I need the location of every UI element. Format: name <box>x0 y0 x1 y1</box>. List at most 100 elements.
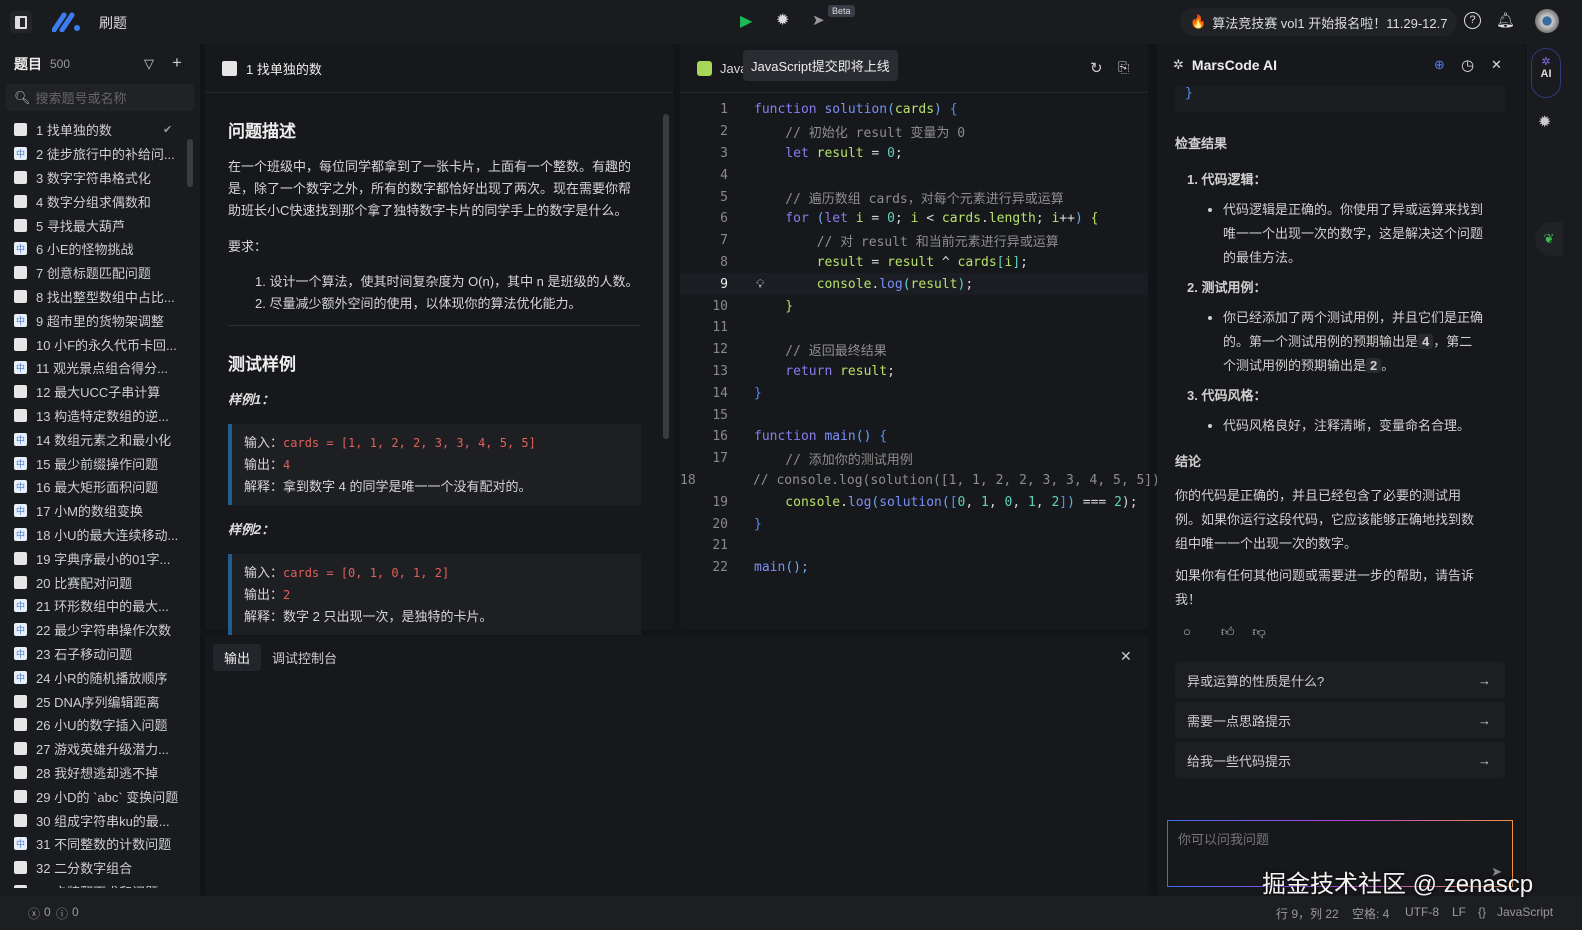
bell-icon[interactable]: 🔔︎ <box>1496 11 1515 29</box>
close-ai-icon[interactable]: ✕ <box>1491 57 1502 73</box>
problem-list-item[interactable]: 中 11 观光景点组合得分... <box>0 356 200 380</box>
code-line[interactable]: 13 return result; <box>680 361 1148 383</box>
problem-tab[interactable]: 1 找单独的数 <box>205 44 673 93</box>
run-icon[interactable]: ▶ <box>740 11 752 31</box>
problem-list-item[interactable]: 中 23 石子移动问题 <box>0 642 200 666</box>
code-line[interactable]: 7 // 对 result 和当前元素进行异或运算 <box>680 230 1148 252</box>
code-token: 0 <box>887 211 895 227</box>
code-line[interactable]: 3 let result = 0; <box>680 143 1148 165</box>
code-line[interactable]: 1 function solution(cards) { <box>680 99 1148 121</box>
code-line[interactable]: 8 result = result ^ cards[i]; <box>680 252 1148 274</box>
new-chat-icon[interactable]: ⊕ <box>1434 57 1445 73</box>
avatar[interactable] <box>1535 9 1559 33</box>
code-line[interactable]: 4 <box>680 164 1148 186</box>
problem-list-item[interactable]: 中 17 小M的数组变换 <box>0 499 200 523</box>
problem-list-item[interactable]: 12 最大UCC子串计算 <box>0 380 200 404</box>
problem-list-item[interactable]: 19 字典序最小的01字... <box>0 546 200 570</box>
code-line[interactable]: 2 // 初始化 result 变量为 0 <box>680 121 1148 143</box>
language-mode[interactable]: JavaScript <box>1497 905 1553 919</box>
problem-list-item[interactable]: 32 二分数字组合 <box>0 856 200 880</box>
problem-list-item[interactable]: 4 数字分组求偶数和 <box>0 189 200 213</box>
code-line[interactable]: 10 } <box>680 295 1148 317</box>
code-line[interactable]: 6 for (let i = 0; i < cards. length; i ++)… <box>680 208 1148 230</box>
suggestion-button[interactable]: 给我一些代码提示 → <box>1175 742 1505 778</box>
problem-list-item[interactable]: 中 21 环形数组中的最大... <box>0 594 200 618</box>
problem-list-item[interactable]: 中 9 超市里的货物架调整 <box>0 308 200 332</box>
problem-scrollbar[interactable] <box>663 114 669 439</box>
debug-bug-icon[interactable]: ✹ <box>1538 112 1551 132</box>
problem-list-item[interactable]: 5 寻找最大葫芦 <box>0 213 200 237</box>
problem-list-item[interactable]: 33 卡牌翻面求和问题 <box>0 880 200 888</box>
code-line[interactable]: 5 // 遍历数组 cards，对每个元素进行异或运算 <box>680 186 1148 208</box>
indentation[interactable]: 空格: 4 <box>1352 905 1389 922</box>
problem-list-item[interactable]: 20 比赛配对问题 <box>0 570 200 594</box>
cursor-position[interactable]: 行 9，列 22 <box>1276 905 1339 922</box>
problem-list-item[interactable]: 27 游戏英雄升级潜力... <box>0 737 200 761</box>
problem-list-item[interactable]: 中 18 小U的最大连续移动... <box>0 523 200 547</box>
code-line[interactable]: 9 console. log(result); 💡︎ <box>680 273 1148 296</box>
lightbulb-icon[interactable]: 💡︎ <box>756 277 764 292</box>
code-line[interactable]: 22 main (); <box>680 557 1148 579</box>
tab-output[interactable]: 输出 <box>213 643 262 671</box>
line-ending[interactable]: LF <box>1452 905 1466 919</box>
code-line[interactable]: 11 <box>680 317 1148 339</box>
code-token: let <box>754 145 817 161</box>
thumbs-up-icon[interactable]: 👍︎ <box>1221 624 1235 640</box>
leaf-plugin-icon[interactable]: ❦ <box>1535 222 1563 256</box>
close-output-icon[interactable]: ✕ <box>1120 648 1132 665</box>
code-line[interactable]: 15 <box>680 404 1148 426</box>
code-line[interactable]: 17 // 添加你的测试用例 <box>680 448 1148 470</box>
problem-list-item[interactable]: 30 组成字符串ku的最... <box>0 808 200 832</box>
code-token: ; <box>894 145 903 161</box>
problem-list-item[interactable]: 3 数字字符串格式化 <box>0 166 200 190</box>
problem-list-item[interactable]: 中 14 数组元素之和最小化 <box>0 427 200 451</box>
code-line[interactable]: 12 // 返回最终结果 <box>680 339 1148 361</box>
example-label: 解释： <box>244 479 284 494</box>
encoding[interactable]: UTF-8 <box>1405 905 1439 919</box>
problem-list-item[interactable]: 中 2 徒步旅行中的补给问... <box>0 142 200 166</box>
problem-list-item[interactable]: 中 15 最少前缀操作问题 <box>0 451 200 475</box>
add-icon[interactable]: + <box>172 53 182 73</box>
code-line[interactable]: 20} <box>680 513 1148 535</box>
regenerate-icon[interactable]: ○ <box>1183 624 1191 640</box>
code-line[interactable]: 16 function main() { <box>680 426 1148 448</box>
problem-list-item[interactable]: 26 小U的数字插入问题 <box>0 713 200 737</box>
code-line[interactable]: 19 console. log(solution([0, 1, 0, 1, 2])… <box>680 491 1148 513</box>
problem-list-item[interactable]: 中 24 小R的随机播放顺序 <box>0 665 200 689</box>
format-icon[interactable]: ⎘ <box>1118 59 1129 76</box>
problem-list-item[interactable]: 中 16 最大矩形面积问题 <box>0 475 200 499</box>
debug-bug-icon[interactable]: ✹ <box>776 10 789 30</box>
help-icon[interactable]: ? <box>1464 12 1481 29</box>
problem-list-item[interactable]: 13 构造特定数组的逆... <box>0 404 200 428</box>
code-line[interactable]: 18 // console.log(solution([1, 1, 2, 2, … <box>680 470 1223 492</box>
problem-list-item[interactable]: 25 DNA序列编辑距离 <box>0 689 200 713</box>
problem-list-item[interactable]: 中 22 最少字符串操作次数 <box>0 618 200 642</box>
ai-rail-button[interactable]: ✲ AI <box>1531 48 1561 98</box>
code-line[interactable]: 21 <box>680 535 1148 557</box>
tab-debug-console[interactable]: 调试控制台 <box>261 644 348 671</box>
problem-list-item[interactable]: 7 创意标题匹配问题 <box>0 261 200 285</box>
error-icon[interactable]: ⓧ <box>28 905 40 922</box>
promo-banner[interactable]: 🔥 算法竞技赛 vol1 开始报名啦！11.29-12.7 <box>1180 8 1458 36</box>
search-input[interactable]: 🔍︎ 搜索题号或名称 <box>6 84 194 111</box>
problem-list-item[interactable]: 1 找单独的数 ✔ <box>0 118 200 142</box>
sidebar-scrollbar[interactable] <box>187 139 193 187</box>
history-icon[interactable]: ◷ <box>1461 56 1474 74</box>
submit-send-icon[interactable]: ➤ <box>812 11 825 29</box>
problem-list-item[interactable]: 中 31 不同整数的计数问题 <box>0 832 200 856</box>
warning-icon[interactable]: ⓘ <box>56 905 68 922</box>
problem-list-item[interactable]: 中 6 小E的怪物挑战 <box>0 237 200 261</box>
suggestion-button[interactable]: 异或运算的性质是什么? → <box>1175 662 1505 698</box>
filter-icon[interactable]: ▽ <box>144 56 154 72</box>
problem-list-item[interactable]: 28 我好想逃却逃不掉 <box>0 761 200 785</box>
thumbs-down-icon[interactable]: 👎︎ <box>1252 624 1265 640</box>
reset-icon[interactable]: ↻ <box>1090 59 1103 77</box>
problem-list-item[interactable]: 29 小D的 `abc` 变换问题 <box>0 784 200 808</box>
code-token: = <box>863 254 888 270</box>
suggestion-button[interactable]: 需要一点思路提示 → <box>1175 702 1505 738</box>
code-editor[interactable]: Java ↻ ⎘ 1 function solution(cards) {2 //… <box>680 44 1223 630</box>
toggle-sidebar-icon[interactable] <box>10 11 32 33</box>
problem-list-item[interactable]: 10 小F的永久代币卡回... <box>0 332 200 356</box>
problem-list-item[interactable]: 8 找出整型数组中占比... <box>0 285 200 309</box>
code-line[interactable]: 14} <box>680 382 1148 404</box>
